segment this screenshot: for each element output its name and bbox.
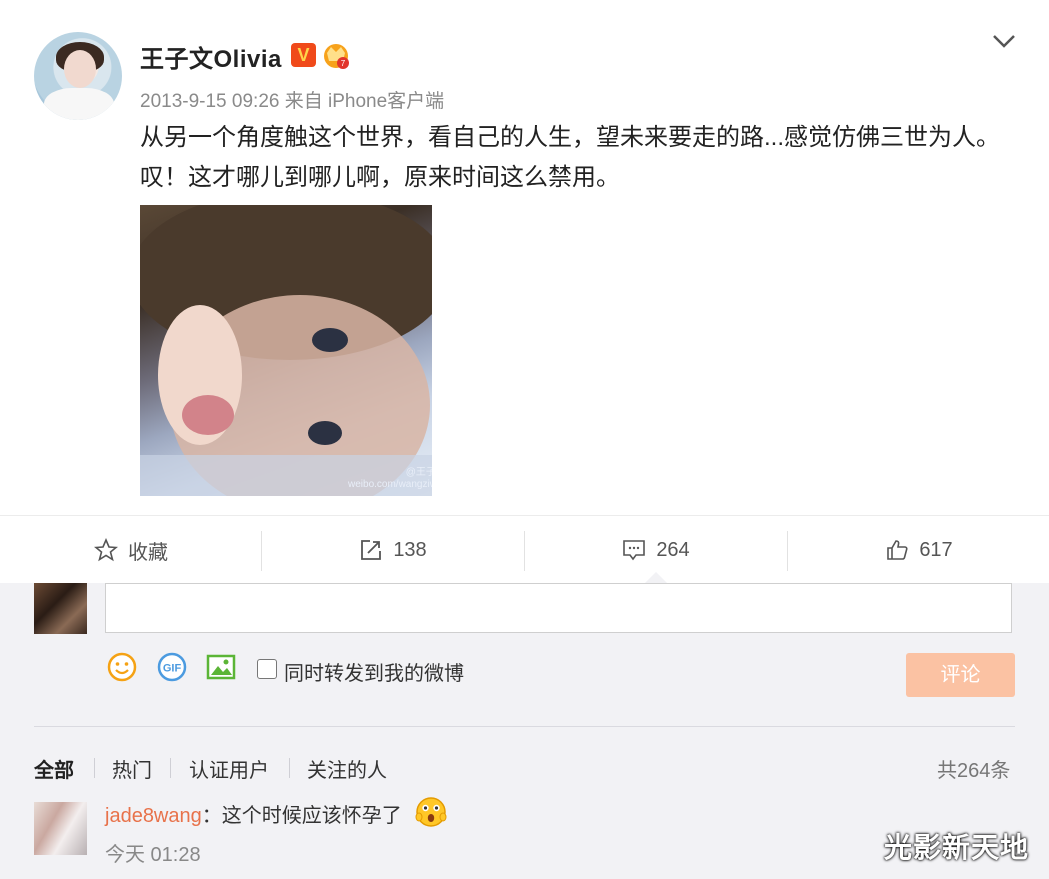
current-user-avatar[interactable] — [34, 583, 87, 634]
post-image[interactable]: @王子文Olivia weibo.com/wangziwenolivia — [140, 205, 432, 496]
comment-pointer — [645, 572, 667, 583]
verified-badge-icon: V — [291, 43, 316, 67]
svg-text:GIF: GIF — [163, 663, 182, 675]
comment-time: 今天 01:28 — [105, 844, 201, 866]
comment-icon — [623, 540, 646, 561]
repost-checkbox-label: 同时转发到我的微博 — [284, 663, 464, 685]
thumbs-up-icon — [887, 540, 908, 560]
divider — [34, 726, 1015, 727]
star-icon — [94, 538, 118, 562]
chevron-down-icon[interactable] — [990, 30, 1018, 52]
repost-button[interactable]: 138 — [262, 516, 524, 584]
commenter-name[interactable]: jade8wang — [105, 805, 202, 827]
author-avatar[interactable] — [34, 32, 122, 120]
comment-count: 264 — [656, 538, 690, 561]
comment-input[interactable] — [105, 583, 1012, 633]
filter-all[interactable]: 全部 — [34, 754, 74, 783]
post-meta: 2013-9-15 09:26 来自 iPhone客户端 — [140, 91, 445, 112]
submit-comment-button[interactable]: 评论 — [906, 653, 1015, 697]
image-upload-icon[interactable] — [205, 651, 237, 683]
repost-checkbox[interactable] — [257, 659, 277, 679]
shocked-emoji-icon — [415, 797, 447, 827]
commenter-avatar[interactable] — [34, 802, 87, 855]
share-icon — [361, 540, 382, 560]
comment-text: ：这个时候应该怀孕了 — [201, 805, 402, 827]
favorite-label: 收藏 — [128, 541, 168, 564]
like-count: 617 — [919, 538, 953, 561]
comment-total: 共264条 — [937, 760, 1011, 782]
author-name[interactable]: 王子文Olivia — [140, 39, 282, 74]
filter-hot[interactable]: 热门 — [112, 754, 152, 783]
site-watermark: 光影新天地 — [884, 832, 1030, 863]
like-button[interactable]: 617 — [788, 516, 1049, 584]
filter-verified[interactable]: 认证用户 — [189, 754, 269, 783]
svg-text:7: 7 — [341, 59, 346, 68]
repost-count: 138 — [393, 538, 427, 561]
member-crown-icon: 7 — [324, 44, 349, 69]
comment-item: jade8wang：这个时候应该怀孕了 — [105, 799, 402, 828]
post-text: 从另一个角度触这个世界，看自己的人生，望未来要走的路...感觉仿佛三世为人。叹！… — [140, 124, 1001, 191]
selfie-illustration — [140, 205, 432, 496]
weibo-post: 王子文Olivia V 7 2013-9-15 09:26 来自 iPhone客… — [0, 0, 1049, 515]
favorite-button[interactable]: 收藏 — [0, 516, 262, 584]
filter-following[interactable]: 关注的人 — [307, 754, 387, 783]
gif-icon[interactable]: GIF — [156, 651, 188, 683]
emoji-icon[interactable] — [106, 651, 138, 683]
action-bar: 收藏 138 264 617 — [0, 515, 1049, 584]
image-watermark: @王子文Olivia weibo.com/wangziwenolivia — [348, 467, 432, 490]
